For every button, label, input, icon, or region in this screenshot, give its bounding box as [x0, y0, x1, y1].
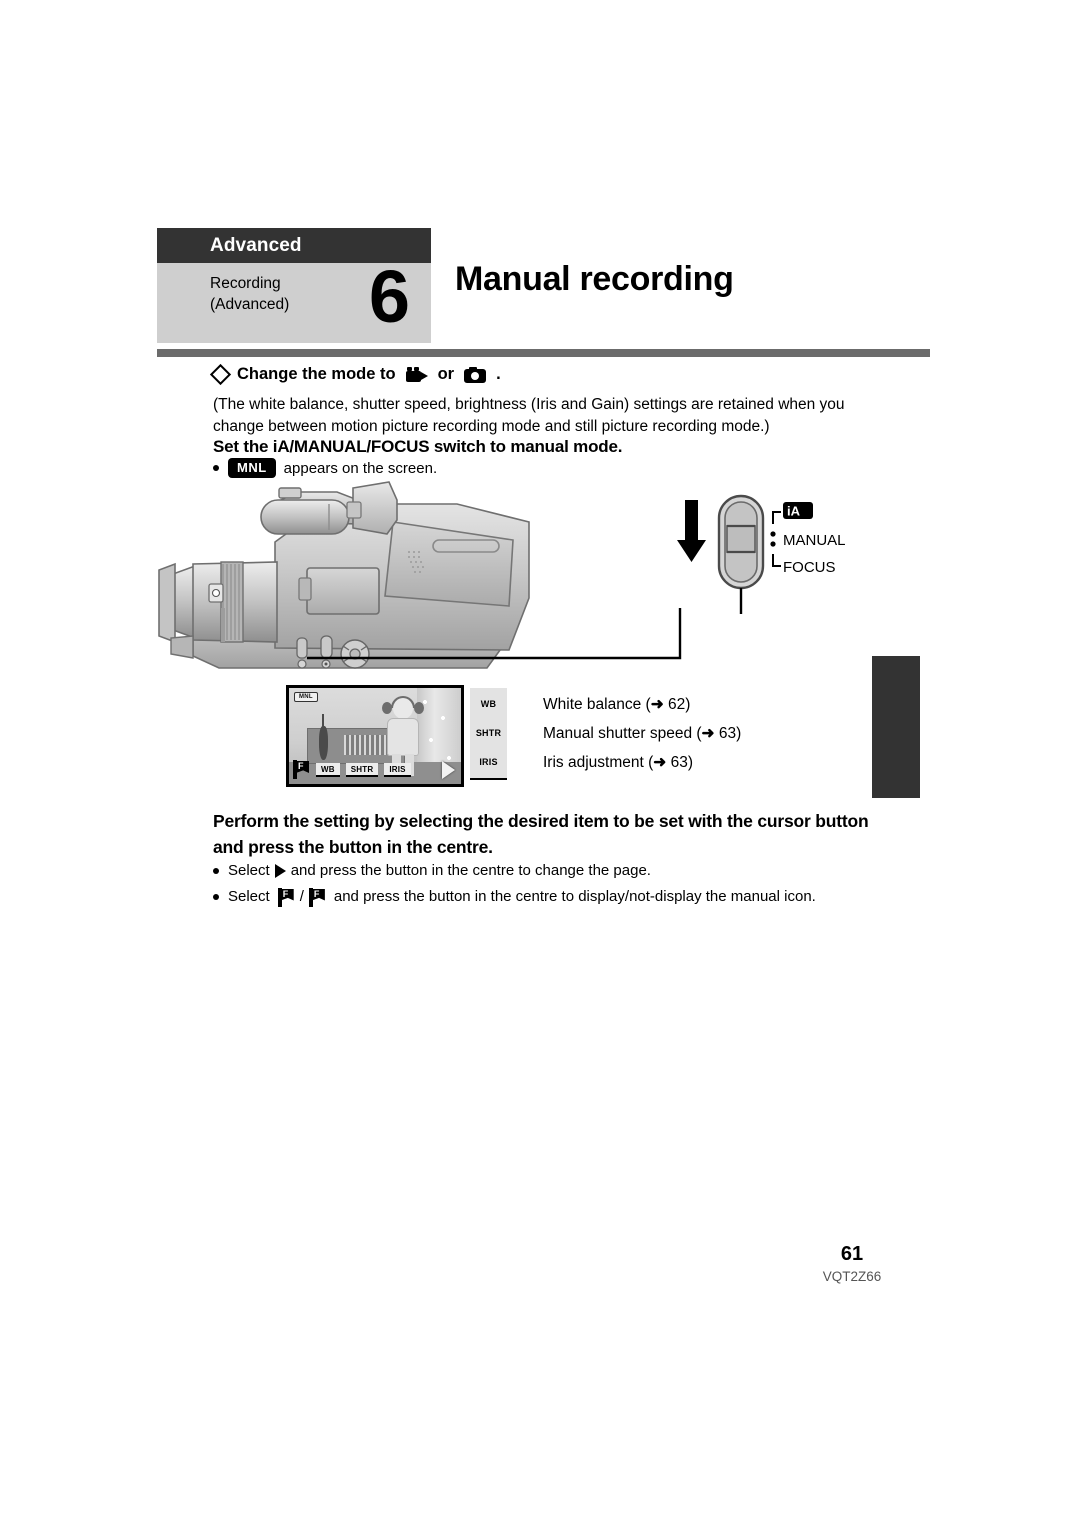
- switch-svg: iA MANUAL FOCUS: [677, 494, 846, 614]
- bullet-1-post: and press the button in the centre to ch…: [290, 862, 651, 879]
- bullet-2-separator: /: [299, 888, 304, 905]
- instruction-bullets: Select and press the button in the centr…: [213, 858, 913, 910]
- ia-manual-focus-switch: iA MANUAL FOCUS: [677, 490, 927, 625]
- lcd-screen-preview: MNL F WB SHTR IRIS: [286, 685, 464, 787]
- bullet-dot-icon: [213, 465, 219, 471]
- mnl-note: MNL appears on the screen.: [213, 458, 437, 478]
- page-number: 61: [840, 1243, 864, 1265]
- manual-flag-icon[interactable]: F: [293, 760, 310, 779]
- legend-page-iris: 63: [670, 754, 688, 771]
- legend-label-iris: Iris adjustment: [543, 754, 644, 771]
- manual-page: Advanced Recording (Advanced) 6 Manual r…: [0, 0, 1080, 1526]
- chapter-number: 6: [368, 255, 410, 338]
- down-arrow-icon: [677, 500, 706, 562]
- bullet-item: Select and press the button in the centr…: [213, 858, 913, 884]
- chapter-section-label: Advanced: [210, 234, 302, 256]
- legend-row: IRIS Iris adjustment (➜ 63): [470, 745, 741, 780]
- legend-row: WB White balance (➜ 62): [470, 687, 741, 722]
- lcd-button-shtr[interactable]: SHTR: [345, 762, 379, 777]
- mnl-note-text: appears on the screen.: [283, 459, 438, 477]
- change-mode-suffix: .: [496, 365, 501, 383]
- legend-row: SHTR Manual shutter speed (➜ 63): [470, 716, 741, 751]
- change-mode-line: Change the mode to or .: [209, 363, 501, 386]
- legend-page-shtr: 63: [718, 725, 737, 742]
- change-mode-prefix: Change the mode to: [237, 365, 396, 383]
- manual-flag-off-icon: F: [277, 887, 295, 907]
- subheading: Set the iA/MANUAL/FOCUS switch to manual…: [213, 437, 623, 456]
- legend-arrow-icon: ➜: [650, 696, 664, 713]
- lcd-button-iris[interactable]: IRIS: [384, 762, 411, 777]
- instruction-heading: Perform the setting by selecting the des…: [213, 811, 869, 857]
- legend-label-shtr: Manual shutter speed: [543, 725, 693, 742]
- note-paragraph: (The white balance, shutter speed, brigh…: [213, 396, 845, 435]
- chapter-category-band: Recording (Advanced) 6: [157, 255, 431, 343]
- legend-page-wb: 62: [668, 696, 686, 713]
- lcd-osd-button-bar: F WB SHTR IRIS: [293, 760, 411, 779]
- chapter-category-text: Recording (Advanced): [210, 273, 289, 315]
- legend-label-wb: White balance: [543, 696, 642, 713]
- header-divider: [157, 349, 930, 357]
- switch-label-focus: FOCUS: [783, 559, 836, 576]
- legend-arrow-icon: ➜: [701, 725, 715, 742]
- bullet-item: Select F / F and press the button in the…: [213, 884, 913, 910]
- bullet-2-post: and press the button in the centre to di…: [333, 888, 816, 905]
- bullet-1-pre: Select: [228, 862, 270, 879]
- lcd-mnl-indicator: MNL: [294, 692, 318, 702]
- switch-label-manual: MANUAL: [783, 532, 846, 549]
- legend-list: WB White balance (➜ 62) SHTR Manual shut…: [470, 687, 741, 780]
- still-camera-icon: [464, 366, 487, 383]
- bullet-dot-icon: [213, 894, 219, 900]
- ia-badge-text: iA: [787, 504, 801, 519]
- diamond-bullet-icon: [209, 363, 232, 386]
- bullet-dot-icon: [213, 868, 219, 874]
- chapter-tab: Advanced Recording (Advanced) 6: [157, 228, 431, 343]
- chapter-category-line2: (Advanced): [210, 296, 290, 313]
- lcd-button-wb[interactable]: WB: [316, 762, 340, 777]
- bullet-2-pre: Select: [228, 888, 270, 905]
- document-code: VQT2Z66: [822, 1269, 882, 1284]
- video-camera-icon: [405, 367, 428, 382]
- page-title: Manual recording: [455, 260, 734, 298]
- manual-flag-on-icon: F: [308, 887, 326, 907]
- edge-index-tab: [872, 656, 920, 798]
- legend-tag-iris: IRIS: [470, 745, 507, 780]
- legend-arrow-icon: ➜: [653, 754, 667, 771]
- mnl-badge: MNL: [228, 458, 276, 478]
- right-triangle-icon: [274, 864, 286, 878]
- change-mode-conjunction: or: [437, 365, 455, 383]
- chapter-category-line1: Recording: [210, 275, 281, 292]
- page-next-arrow-icon[interactable]: [442, 761, 455, 779]
